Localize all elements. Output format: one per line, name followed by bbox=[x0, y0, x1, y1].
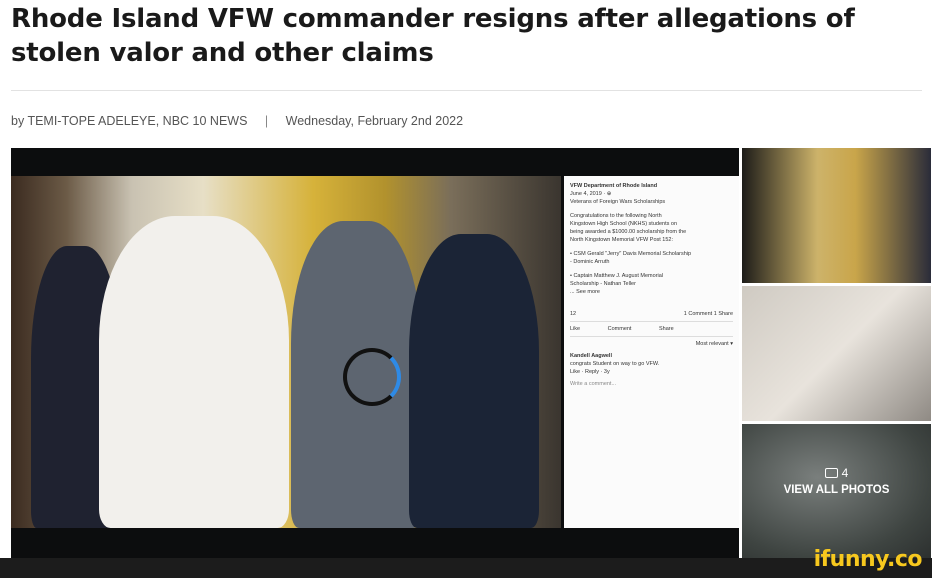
person-figure bbox=[409, 234, 539, 528]
divider bbox=[11, 90, 922, 91]
view-all-overlay: 4 VIEW ALL PHOTOS bbox=[742, 466, 931, 496]
photo-count-value: 4 bbox=[841, 466, 849, 480]
bottom-bar bbox=[0, 558, 932, 578]
fb-body: being awarded a $1000.00 scholarship fro… bbox=[570, 229, 687, 235]
photo-scene bbox=[11, 176, 561, 528]
fb-see-more: ... See more bbox=[570, 289, 600, 295]
publish-date: Wednesday, February 2nd 2022 bbox=[285, 114, 464, 128]
fb-item: Scholarship - Nathan Teller bbox=[570, 281, 636, 287]
fb-stats: 12 1 Comment 1 Share bbox=[564, 310, 739, 318]
fb-comment: Comment bbox=[607, 326, 632, 332]
loading-spinner-icon bbox=[343, 348, 401, 406]
fb-reactions: 12 bbox=[570, 311, 577, 317]
fb-body: Kingstown High School (NKHS) students on bbox=[570, 221, 677, 227]
view-all-label: VIEW ALL PHOTOS bbox=[783, 484, 890, 496]
fb-org: VFW Department of Rhode Island bbox=[570, 183, 658, 189]
fb-comment-actions: Like · Reply · 3y bbox=[570, 369, 610, 375]
byline-separator: | bbox=[264, 114, 269, 128]
fb-divider bbox=[570, 321, 733, 322]
article-headline: Rhode Island VFW commander resigns after… bbox=[11, 4, 855, 68]
fb-actions: Like Comment Share bbox=[564, 325, 739, 333]
fb-sort: Most relevant ▾ bbox=[695, 341, 733, 347]
photo-count: 4 bbox=[742, 466, 931, 480]
ifunny-watermark: ifunny.co bbox=[813, 547, 923, 572]
fb-write-comment: Write a comment... bbox=[570, 381, 617, 387]
fb-item: • CSM Gerald "Jerry" Davis Memorial Scho… bbox=[570, 251, 692, 257]
thumbnail-group-photo[interactable] bbox=[742, 148, 931, 283]
fb-item: • Captain Matthew J. August Memorial bbox=[570, 273, 664, 279]
photo-gallery: VFW Department of Rhode Island June 4, 2… bbox=[11, 148, 931, 558]
fb-share: Share bbox=[659, 326, 674, 332]
fb-commenter: Kandell Aagwell bbox=[570, 353, 612, 359]
fb-comment-text: congrats Student on way to go VFW. bbox=[570, 361, 660, 367]
fb-date: June 4, 2019 · ⊕ bbox=[570, 191, 612, 197]
byline: by TEMI-TOPE ADELEYE, NBC 10 NEWS | Wedn… bbox=[11, 114, 463, 128]
fb-divider bbox=[570, 336, 733, 337]
thumbnail-interview[interactable] bbox=[742, 286, 931, 421]
person-figure bbox=[99, 216, 289, 528]
fb-body: Congratulations to the following North bbox=[570, 213, 662, 219]
fb-like: Like bbox=[570, 326, 581, 332]
facebook-post-screenshot: VFW Department of Rhode Island June 4, 2… bbox=[564, 176, 739, 528]
fb-item: - Dominic Arruth bbox=[570, 259, 610, 265]
fb-body: North Kingstown Memorial VFW Post 152: bbox=[570, 237, 674, 243]
author[interactable]: by TEMI-TOPE ADELEYE, NBC 10 NEWS bbox=[11, 114, 247, 128]
main-photo[interactable]: VFW Department of Rhode Island June 4, 2… bbox=[11, 148, 739, 558]
fb-comment-count: 1 Comment 1 Share bbox=[683, 311, 733, 317]
photo-icon bbox=[824, 468, 838, 478]
view-all-photos-button[interactable]: 4 VIEW ALL PHOTOS bbox=[742, 424, 931, 558]
fb-title: Veterans of Foreign Wars Scholarships bbox=[570, 199, 666, 205]
